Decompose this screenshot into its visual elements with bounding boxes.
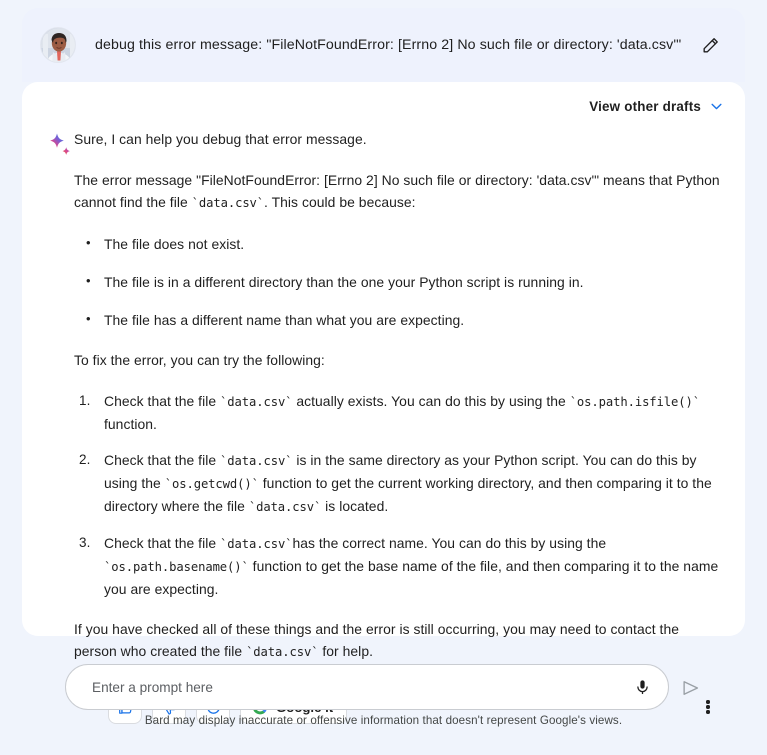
step-code: `data.csv` xyxy=(248,500,322,514)
explanation-code: `data.csv` xyxy=(191,196,265,210)
more-vertical-icon xyxy=(706,699,710,716)
closing-code: `data.csv` xyxy=(246,645,319,659)
send-icon xyxy=(683,681,699,695)
answer-explanation: The error message "FileNotFoundError: [E… xyxy=(74,169,721,214)
list-item: The file does not exist. xyxy=(86,232,721,255)
view-other-drafts-label: View other drafts xyxy=(589,98,701,114)
steps-list: Check that the file `data.csv` actually … xyxy=(74,390,721,600)
step-code: `os.path.isfile()` xyxy=(569,395,700,409)
send-button[interactable] xyxy=(678,675,704,701)
microphone-button[interactable] xyxy=(628,673,656,701)
list-item: Check that the file `data.csv`has the co… xyxy=(79,532,721,600)
list-item: The file is in a different directory tha… xyxy=(86,270,721,293)
prompt-input[interactable] xyxy=(90,678,628,696)
step-code: `os.getcwd()` xyxy=(164,477,259,491)
response-body: Sure, I can help you debug that error me… xyxy=(22,120,745,682)
step-text: Check that the file xyxy=(104,535,221,551)
pencil-icon xyxy=(702,37,718,53)
list-item: Check that the file `data.csv` actually … xyxy=(79,390,721,435)
closing-pre: If you have checked all of these things … xyxy=(74,621,679,659)
causes-list: The file does not exist. The file is in … xyxy=(74,232,721,331)
edit-prompt-button[interactable] xyxy=(693,28,727,62)
fix-intro: To fix the error, you can try the follow… xyxy=(74,352,325,368)
step-text: actually exists. You can do this by usin… xyxy=(292,393,570,409)
chevron-down-icon xyxy=(711,103,722,109)
step-text: function. xyxy=(104,416,157,432)
step-code: `data.csv` xyxy=(220,537,293,551)
step-text: has the correct name. You can do this by… xyxy=(292,535,607,551)
prompt-row: debug this error message: "FileNotFoundE… xyxy=(22,8,745,82)
composer[interactable] xyxy=(65,664,669,710)
bard-sparkle-icon xyxy=(50,133,70,155)
list-item: The file has a different name than what … xyxy=(86,308,721,331)
step-text: Check that the file xyxy=(104,393,221,409)
bard-icon-container xyxy=(22,128,74,682)
step-code: `os.path.basename()` xyxy=(104,560,249,574)
disclaimer-text: Bard may display inaccurate or offensive… xyxy=(144,714,623,727)
answer-text: Sure, I can help you debug that error me… xyxy=(74,128,745,682)
step-code: `data.csv` xyxy=(220,454,293,468)
answer-intro: Sure, I can help you debug that error me… xyxy=(74,131,367,147)
step-text: Check that the file xyxy=(104,452,221,468)
explanation-post: . This could be because: xyxy=(264,194,416,210)
prompt-text: debug this error message: "FileNotFoundE… xyxy=(95,37,682,53)
microphone-icon xyxy=(636,679,648,694)
closing-post: for help. xyxy=(318,643,374,659)
list-item: Check that the file `data.csv` is in the… xyxy=(79,449,721,518)
avatar xyxy=(40,27,76,63)
view-other-drafts-button[interactable]: View other drafts xyxy=(589,99,723,114)
response-card: View other drafts Sure, I can help you d… xyxy=(22,82,745,724)
step-text: is located. xyxy=(321,498,389,514)
drafts-row: View other drafts xyxy=(22,82,745,120)
avatar-image xyxy=(41,28,75,62)
step-code: `data.csv` xyxy=(220,395,293,409)
answer-closing: If you have checked all of these things … xyxy=(74,618,721,663)
